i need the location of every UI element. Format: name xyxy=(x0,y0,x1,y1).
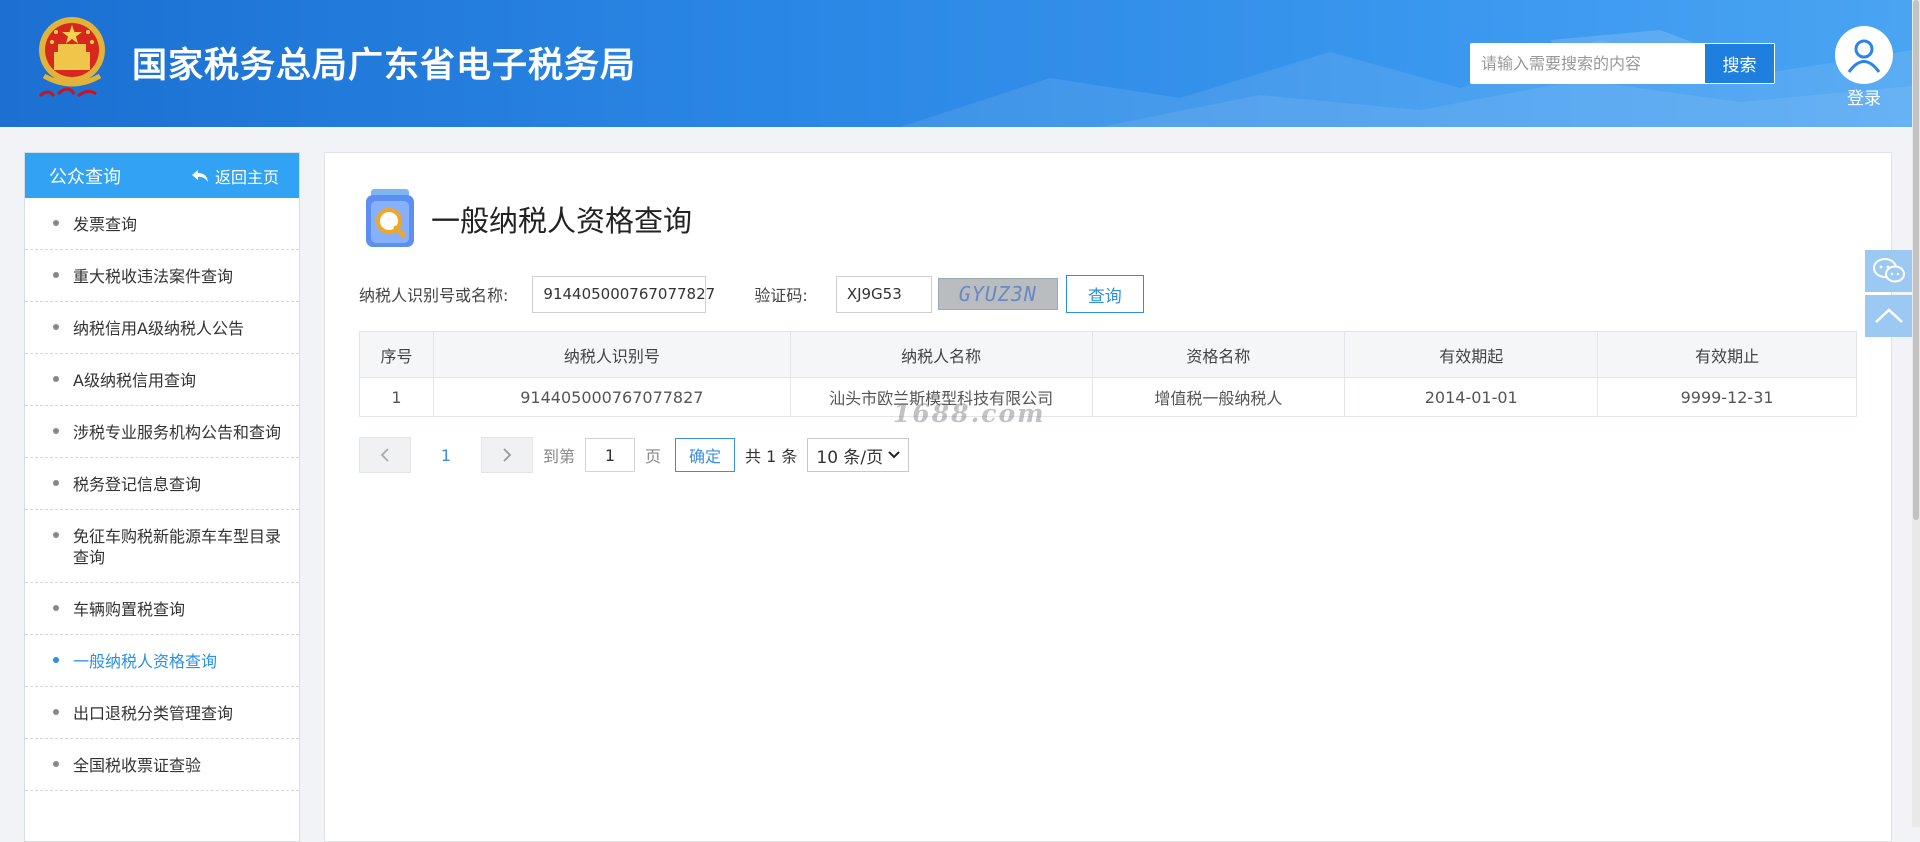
taxpayer-id-input[interactable]: 914405000767077827 xyxy=(532,275,715,313)
site-header: 国家税务总局广东省电子税务局 搜索 登录 xyxy=(0,0,1912,127)
search-document-icon xyxy=(363,189,417,249)
sidebar-title: 公众查询 xyxy=(49,166,121,188)
table-cell: 增值税一般纳税人 xyxy=(1091,377,1346,417)
sidebar-item-label: 发票查询 xyxy=(73,215,138,234)
chevron-up-icon xyxy=(1874,308,1903,323)
wechat-icon xyxy=(1872,258,1905,283)
page-number-current[interactable]: 1 xyxy=(411,446,481,465)
bullet-icon xyxy=(53,220,59,226)
page-size-select[interactable]: 10 条/页 xyxy=(807,438,910,472)
pagination: 1 到第 1 页 确定 共 1 条 10 条/页 xyxy=(359,437,910,473)
main-panel: 一般纳税人资格查询 纳税人识别号或名称: 914405000767077827 … xyxy=(324,152,1892,842)
user-avatar-icon[interactable] xyxy=(1835,26,1893,84)
sidebar-item-label: 涉税专业服务机构公告和查询 xyxy=(73,423,282,442)
bullet-icon xyxy=(53,428,59,434)
bullet-icon xyxy=(53,376,59,382)
sidebar-item-tax-voucher[interactable]: 全国税收票证查验 xyxy=(25,739,299,791)
table-cell: 9999-12-31 xyxy=(1597,377,1857,417)
bullet-icon xyxy=(53,605,59,611)
total-count: 共 1 条 xyxy=(745,447,798,466)
sidebar-item-label: 出口退税分类管理查询 xyxy=(73,704,234,723)
watermark: 1688.com xyxy=(893,399,1046,428)
next-page-button[interactable] xyxy=(481,437,533,473)
bullet-icon xyxy=(53,532,59,538)
reply-arrow-icon xyxy=(191,169,208,182)
sidebar-item-a-credit-query[interactable]: A级纳税信用查询 xyxy=(25,354,299,406)
table-cell: 914405000767077827 xyxy=(432,377,791,417)
bullet-icon xyxy=(53,761,59,767)
sidebar-item-a-credit-notice[interactable]: 纳税信用A级纳税人公告 xyxy=(25,302,299,354)
query-button[interactable]: 查询 xyxy=(1065,275,1144,313)
sidebar-item-vehicle-tax[interactable]: 车辆购置税查询 xyxy=(25,583,299,635)
login-link[interactable]: 登录 xyxy=(1836,84,1892,109)
tax-emblem-logo xyxy=(30,14,114,114)
goto-label: 到第 xyxy=(543,447,576,466)
sidebar-item-export-refund[interactable]: 出口退税分类管理查询 xyxy=(25,687,299,739)
back-to-top-button[interactable] xyxy=(1865,295,1912,337)
captcha-image[interactable]: GYUZ3N xyxy=(937,278,1058,310)
header-search: 搜索 xyxy=(1470,43,1775,84)
query-form: 纳税人识别号或名称: 914405000767077827 验证码: XJ9G5… xyxy=(359,275,1144,313)
sidebar-item-major-violation[interactable]: 重大税收违法案件查询 xyxy=(25,250,299,302)
chevron-down-icon xyxy=(888,451,901,459)
bullet-icon xyxy=(53,272,59,278)
sidebar-item-label: 一般纳税人资格查询 xyxy=(73,652,218,671)
sidebar-item-label: A级纳税信用查询 xyxy=(73,371,196,390)
sidebar-item-general-taxpayer[interactable]: 一般纳税人资格查询 xyxy=(25,635,299,687)
wechat-float-button[interactable] xyxy=(1865,250,1912,292)
page-title: 一般纳税人资格查询 xyxy=(431,204,693,238)
col-header: 纳税人名称 xyxy=(789,331,1093,378)
search-button[interactable]: 搜索 xyxy=(1704,44,1774,83)
sidebar-item-invoice[interactable]: 发票查询 xyxy=(25,198,299,250)
sidebar-item-label: 全国税收票证查验 xyxy=(73,756,202,775)
col-header: 有效期起 xyxy=(1344,331,1599,378)
taxpayer-label: 纳税人识别号或名称: xyxy=(359,286,509,305)
table-row: 1 914405000767077827 汕头市欧兰斯模型科技有限公司 增值税一… xyxy=(359,377,1857,417)
confirm-button[interactable]: 确定 xyxy=(675,438,736,472)
col-header: 资格名称 xyxy=(1091,331,1346,378)
back-home-link[interactable]: 返回主页 xyxy=(191,164,279,188)
sidebar-header: 公众查询 返回主页 xyxy=(25,153,299,198)
col-header: 有效期止 xyxy=(1597,331,1857,378)
sidebar-item-label: 重大税收违法案件查询 xyxy=(73,267,234,286)
site-title: 国家税务总局广东省电子税务局 xyxy=(132,46,637,86)
sidebar-item-registration[interactable]: 税务登记信息查询 xyxy=(25,458,299,510)
chevron-left-icon xyxy=(380,448,389,462)
prev-page-button[interactable] xyxy=(359,437,411,473)
back-home-label: 返回主页 xyxy=(214,167,279,187)
captcha-label: 验证码: xyxy=(754,286,808,305)
bullet-icon xyxy=(53,480,59,486)
sidebar-item-label: 车辆购置税查询 xyxy=(73,600,186,619)
sidebar-item-label: 税务登记信息查询 xyxy=(73,475,202,494)
captcha-input[interactable]: XJ9G53 xyxy=(835,275,932,313)
bullet-icon xyxy=(53,657,59,663)
page-scrollbar[interactable] xyxy=(1912,0,1920,827)
goto-page-input[interactable]: 1 xyxy=(585,438,636,472)
result-table: 序号 纳税人识别号 纳税人名称 资格名称 有效期起 有效期止 1 9144050… xyxy=(359,331,1857,417)
bullet-icon xyxy=(53,324,59,330)
chevron-right-icon xyxy=(503,448,512,462)
page-size-value: 10 条/页 xyxy=(816,447,884,468)
sidebar-item-label: 纳税信用A级纳税人公告 xyxy=(73,319,244,338)
page-unit-label: 页 xyxy=(645,447,662,466)
col-header: 纳税人识别号 xyxy=(432,331,791,378)
col-header: 序号 xyxy=(359,331,434,378)
bullet-icon xyxy=(53,709,59,715)
sidebar: 公众查询 返回主页 发票查询 重大税收违法案件查询 纳税信用A级纳税人公告 A级… xyxy=(24,152,300,842)
sidebar-item-label: 免征车购税新能源车车型目录查询 xyxy=(73,527,282,567)
table-header-row: 序号 纳税人识别号 纳税人名称 资格名称 有效期起 有效期止 xyxy=(359,331,1857,378)
sidebar-item-agency-notice[interactable]: 涉税专业服务机构公告和查询 xyxy=(25,406,299,458)
sidebar-item-ev-catalog[interactable]: 免征车购税新能源车车型目录查询 xyxy=(25,510,299,583)
table-cell: 2014-01-01 xyxy=(1344,377,1599,417)
table-cell: 1 xyxy=(359,377,434,417)
search-input[interactable] xyxy=(1471,44,1704,83)
